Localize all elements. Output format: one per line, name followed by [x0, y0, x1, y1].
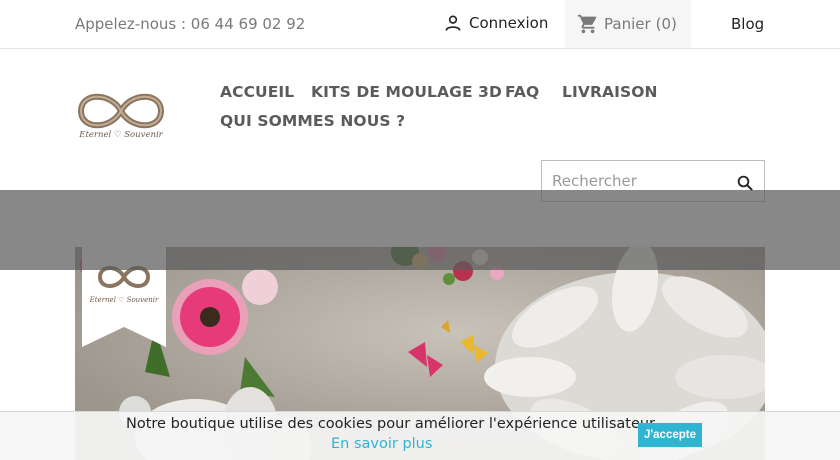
nav-item-accueil[interactable]: ACCUEIL: [220, 83, 294, 101]
blog-link[interactable]: Blog: [731, 15, 764, 33]
nav-item-faq[interactable]: FAQ: [505, 83, 539, 101]
cart-label: Panier: [604, 15, 651, 33]
nav-item-qui-sommes-nous[interactable]: QUI SOMMES NOUS ?: [220, 112, 405, 130]
infinity-logo: Eternel ♡ Souvenir: [77, 93, 165, 140]
contact-phone: Appelez-nous : 06 44 69 02 92: [75, 15, 306, 33]
badge-text: Eternel ♡ Souvenir: [89, 296, 159, 304]
login-label: Connexion: [469, 14, 549, 32]
top-bar: Appelez-nous : 06 44 69 02 92 Connexion …: [0, 0, 840, 49]
cookie-more-link[interactable]: En savoir plus: [331, 436, 432, 452]
cookie-message: Notre boutique utilise des cookies pour …: [126, 416, 659, 432]
site-logo[interactable]: Eternel ♡ Souvenir: [75, 84, 167, 142]
cookie-banner: Notre boutique utilise des cookies pour …: [0, 411, 840, 460]
logo-text: Eternel ♡ Souvenir: [78, 130, 163, 140]
modal-overlay: [0, 190, 840, 270]
cookie-accept-button[interactable]: J'accepte: [638, 423, 702, 447]
cart-button[interactable]: Panier (0): [565, 0, 691, 48]
cart-count: (0): [655, 15, 677, 33]
login-link[interactable]: Connexion: [443, 13, 548, 33]
nav-item-livraison[interactable]: LIVRAISON: [562, 83, 658, 101]
nav-item-kits[interactable]: KITS DE MOULAGE 3D: [311, 83, 502, 101]
user-icon: [445, 15, 461, 31]
shopping-cart-icon: [577, 14, 597, 34]
